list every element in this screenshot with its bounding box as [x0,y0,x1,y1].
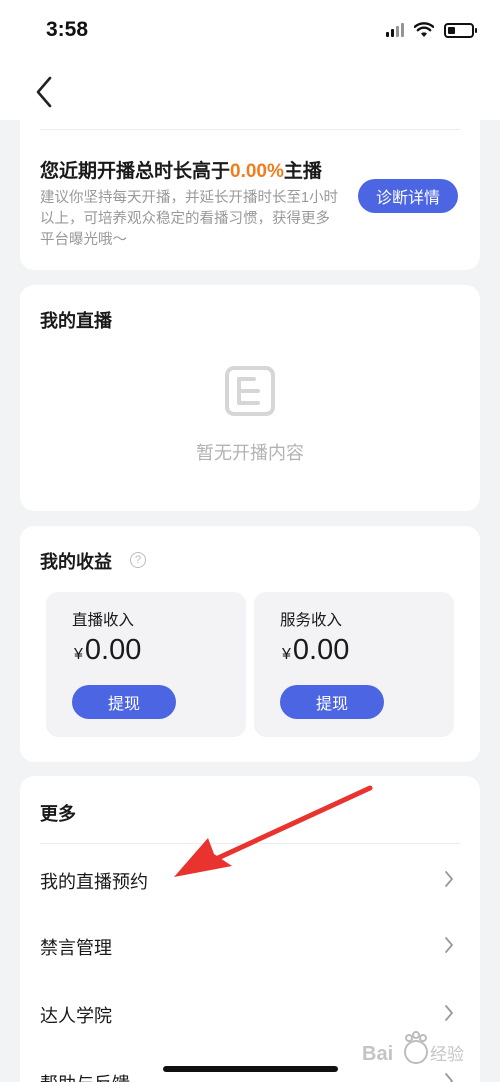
home-indicator[interactable] [163,1066,338,1072]
currency-symbol: ¥ [74,646,83,663]
status-icons [386,22,477,38]
live-income-amount: ¥0.00 [74,634,141,667]
diagnosis-percent: 0.00% [230,161,284,182]
list-item-label: 帮助与反馈 [40,1070,130,1082]
service-withdraw-button[interactable]: 提现 [280,685,384,719]
diagnosis-title-suffix: 主播 [283,161,322,182]
battery-icon [444,22,477,38]
diagnosis-description: 建议你坚持每天开播，并延长开播时长至1小时以上，可培养观众稳定的看播习惯，获得更… [40,190,339,248]
chevron-right-icon [445,937,453,953]
more-item-mute-management[interactable]: 禁言管理 [20,912,480,978]
income-card: 我的收益 ? 直播收入 ¥0.00 提现 服务收入 ¥0.00 提现 [20,526,480,762]
wifi-icon [414,22,434,37]
list-item-label: 禁言管理 [40,938,112,958]
my-live-card: 我的直播 暂无开播内容 [20,285,480,511]
list-item-label: 我的直播预约 [40,872,148,892]
diagnosis-detail-button[interactable]: 诊断详情 [358,179,458,213]
currency-symbol: ¥ [282,646,291,663]
live-income-label: 直播收入 [72,612,135,629]
status-time: 3:58 [46,18,89,41]
chevron-right-icon [445,871,453,887]
amount-value: 0.00 [84,634,142,666]
diagnosis-title-prefix: 您近期开播总时长高于 [40,161,231,182]
live-income-box: 直播收入 ¥0.00 提现 [46,592,246,737]
red-arrow-annotation [174,785,373,877]
nav-bar [0,62,500,120]
service-income-box: 服务收入 ¥0.00 提现 [254,592,454,737]
live-withdraw-button[interactable]: 提现 [72,685,176,719]
empty-content-text: 暂无开播内容 [196,443,304,463]
chevron-right-icon [445,1005,453,1021]
divider [40,129,460,130]
status-bar: 3:58 [0,0,500,62]
diagnosis-card: 您近期开播总时长高于0.00%主播 建议你坚持每天开播，并延长开播时长至1小时以… [20,120,480,270]
more-title: 更多 [40,804,76,824]
my-live-title: 我的直播 [40,311,112,331]
amount-value: 0.00 [292,634,350,666]
diagnosis-title: 您近期开播总时长高于0.00%主播 [40,156,322,183]
svg-text:经验: 经验 [430,1045,464,1065]
baidu-watermark-logo: Bai 经验 [362,1031,464,1065]
service-income-label: 服务收入 [280,612,343,629]
list-item-label: 达人学院 [40,1006,112,1026]
service-income-amount: ¥0.00 [282,634,349,667]
cellular-signal-icon [386,23,404,37]
help-icon[interactable]: ? [130,552,146,568]
income-title: 我的收益 [40,552,112,572]
svg-text:Bai: Bai [362,1043,393,1065]
back-arrow-icon[interactable] [30,74,62,110]
empty-content-icon [225,366,275,416]
